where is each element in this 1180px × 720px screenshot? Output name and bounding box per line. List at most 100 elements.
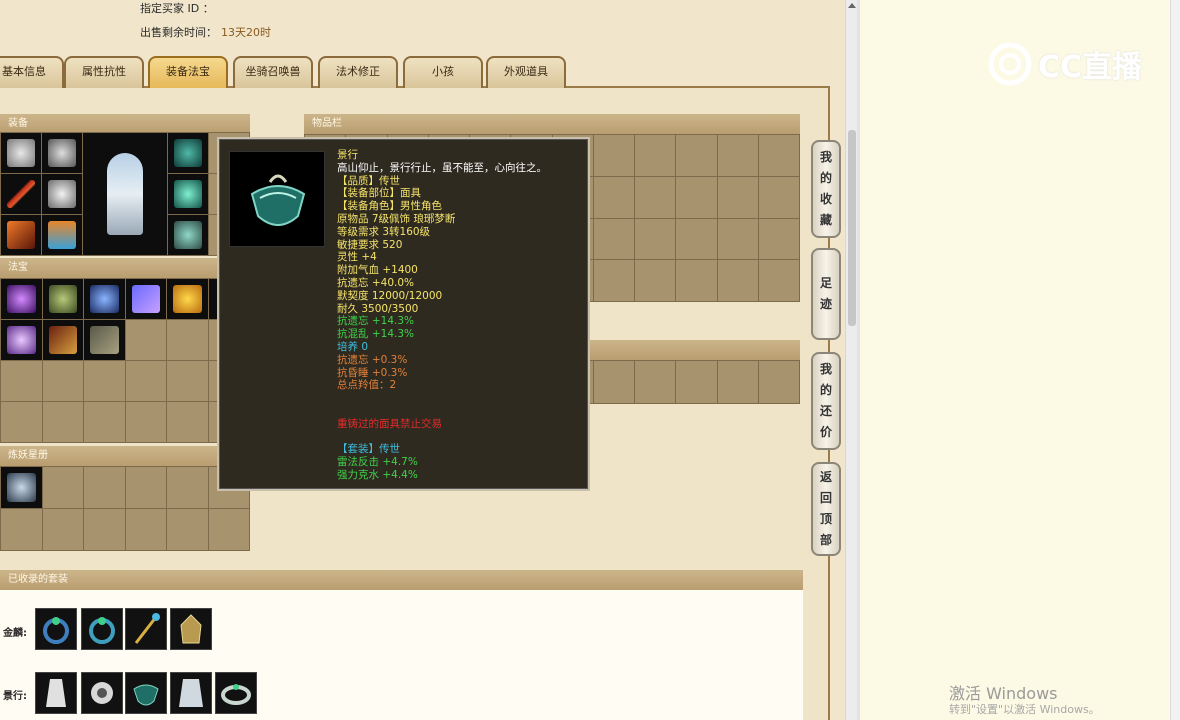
collected-header: 已收录的套装 (0, 570, 803, 590)
inventory-slot[interactable] (717, 361, 758, 403)
treasure-slot[interactable] (125, 402, 166, 442)
astral-slot[interactable] (208, 509, 249, 550)
inventory-slot[interactable] (758, 135, 799, 176)
astral-slot[interactable] (84, 509, 125, 550)
equipment-slot-mask[interactable] (168, 133, 208, 173)
inventory-slot[interactable] (676, 176, 717, 218)
treasure-slot[interactable] (84, 361, 125, 401)
treasure-slot[interactable] (42, 320, 83, 360)
tab-equipment[interactable]: 装备法宝 (148, 56, 228, 88)
inventory-slot[interactable] (758, 176, 799, 218)
buyer-id-label: 指定买家 ID ： (140, 2, 214, 15)
set-item[interactable] (35, 672, 77, 714)
scroll-up-icon[interactable] (848, 3, 856, 8)
tab-basic-info[interactable]: 基本信息 (0, 56, 64, 88)
treasure-slot[interactable] (84, 320, 125, 360)
tab-appearance[interactable]: 外观道具 (486, 56, 566, 88)
treasure-slot[interactable] (125, 279, 166, 319)
back-to-top-button[interactable]: 返回顶部 (811, 462, 841, 556)
equipment-slot[interactable] (168, 215, 208, 255)
treasure-slot[interactable] (42, 361, 83, 401)
astral-slot[interactable] (84, 467, 125, 508)
inventory-slot[interactable] (635, 176, 676, 218)
treasure-slot[interactable] (1, 279, 42, 319)
set-item[interactable] (125, 672, 167, 714)
tooltip-line (337, 405, 587, 418)
set-item[interactable] (81, 672, 123, 714)
inventory-slot[interactable] (635, 135, 676, 176)
treasure-slot[interactable] (1, 361, 42, 401)
tab-attributes[interactable]: 属性抗性 (64, 56, 144, 88)
inventory-slot[interactable] (676, 260, 717, 301)
set-item[interactable] (81, 608, 123, 650)
character-portrait (83, 133, 167, 255)
inventory-slot[interactable] (717, 218, 758, 260)
inventory-slot[interactable] (758, 260, 799, 301)
inventory-slot[interactable] (676, 361, 717, 403)
inventory-slot[interactable] (593, 260, 634, 301)
side-button-char: 价 (819, 425, 832, 439)
inventory-slot[interactable] (717, 135, 758, 176)
inventory-slot[interactable] (635, 218, 676, 260)
treasure-slot[interactable] (125, 320, 166, 360)
tab-mounts[interactable]: 坐骑召唤兽 (233, 56, 313, 88)
equipment-slot[interactable] (168, 174, 208, 214)
inventory-slot[interactable] (758, 218, 799, 260)
treasure-slot[interactable] (1, 402, 42, 442)
tooltip-line: 敏捷要求 520 (337, 238, 403, 251)
set-item[interactable] (170, 672, 212, 714)
treasure-slot[interactable] (1, 320, 42, 360)
treasure-slot[interactable] (84, 279, 125, 319)
equipment-slot[interactable] (1, 133, 41, 173)
tab-child[interactable]: 小孩 (403, 56, 483, 88)
side-button-char: 我 (819, 362, 832, 376)
inventory-slot[interactable] (635, 260, 676, 301)
equipment-slot[interactable] (1, 215, 41, 255)
astral-slot[interactable] (125, 509, 166, 550)
vertical-scrollbar[interactable] (845, 0, 857, 720)
scrollbar-thumb[interactable] (848, 130, 856, 326)
tooltip-line: 高山仰止，景行行止，虽不能至，心向往之。 (337, 161, 547, 174)
my-counteroffer-button[interactable]: 我的还价 (811, 352, 841, 450)
astral-slot[interactable] (1, 509, 42, 550)
inventory-slot[interactable] (676, 135, 717, 176)
treasure-slot[interactable] (167, 402, 208, 442)
treasure-slot[interactable] (167, 279, 208, 319)
side-button-char: 还 (819, 404, 832, 418)
inventory-slot[interactable] (593, 135, 634, 176)
inventory-slot[interactable] (676, 218, 717, 260)
set-item[interactable] (215, 672, 257, 714)
set-label-jinlin: 金麟: (3, 628, 27, 639)
set-item[interactable] (125, 608, 167, 650)
treasure-slot[interactable] (167, 320, 208, 360)
treasure-slot[interactable] (42, 402, 83, 442)
astral-slot[interactable] (1, 467, 42, 508)
treasure-slot[interactable] (84, 402, 125, 442)
treasure-slot[interactable] (125, 361, 166, 401)
set-item[interactable] (35, 608, 77, 650)
inventory-slot[interactable] (635, 361, 676, 403)
treasure-slot[interactable] (167, 361, 208, 401)
footprint-button[interactable]: 足迹 (811, 248, 841, 340)
astral-slot[interactable] (42, 467, 83, 508)
inventory-slot[interactable] (717, 176, 758, 218)
astral-slot[interactable] (42, 509, 83, 550)
astral-slot[interactable] (167, 467, 208, 508)
inventory-slot[interactable] (593, 218, 634, 260)
inventory-slot[interactable] (593, 176, 634, 218)
inventory-slot[interactable] (758, 361, 799, 403)
equipment-slot[interactable] (1, 174, 41, 214)
astral-slot[interactable] (125, 467, 166, 508)
inventory-slot[interactable] (717, 260, 758, 301)
tab-spells[interactable]: 法术修正 (318, 56, 398, 88)
equipment-slot[interactable] (42, 215, 82, 255)
treasure-slot[interactable] (42, 279, 83, 319)
inventory-slot[interactable] (593, 361, 634, 403)
equipment-slot[interactable] (42, 133, 82, 173)
astral-slot[interactable] (167, 509, 208, 550)
set-item[interactable] (170, 608, 212, 650)
equipment-slot[interactable] (42, 174, 82, 214)
remaining-time-value: 13天20时 (221, 26, 271, 39)
my-favorites-button[interactable]: 我的收藏 (811, 140, 841, 238)
astral-grid (0, 466, 250, 551)
